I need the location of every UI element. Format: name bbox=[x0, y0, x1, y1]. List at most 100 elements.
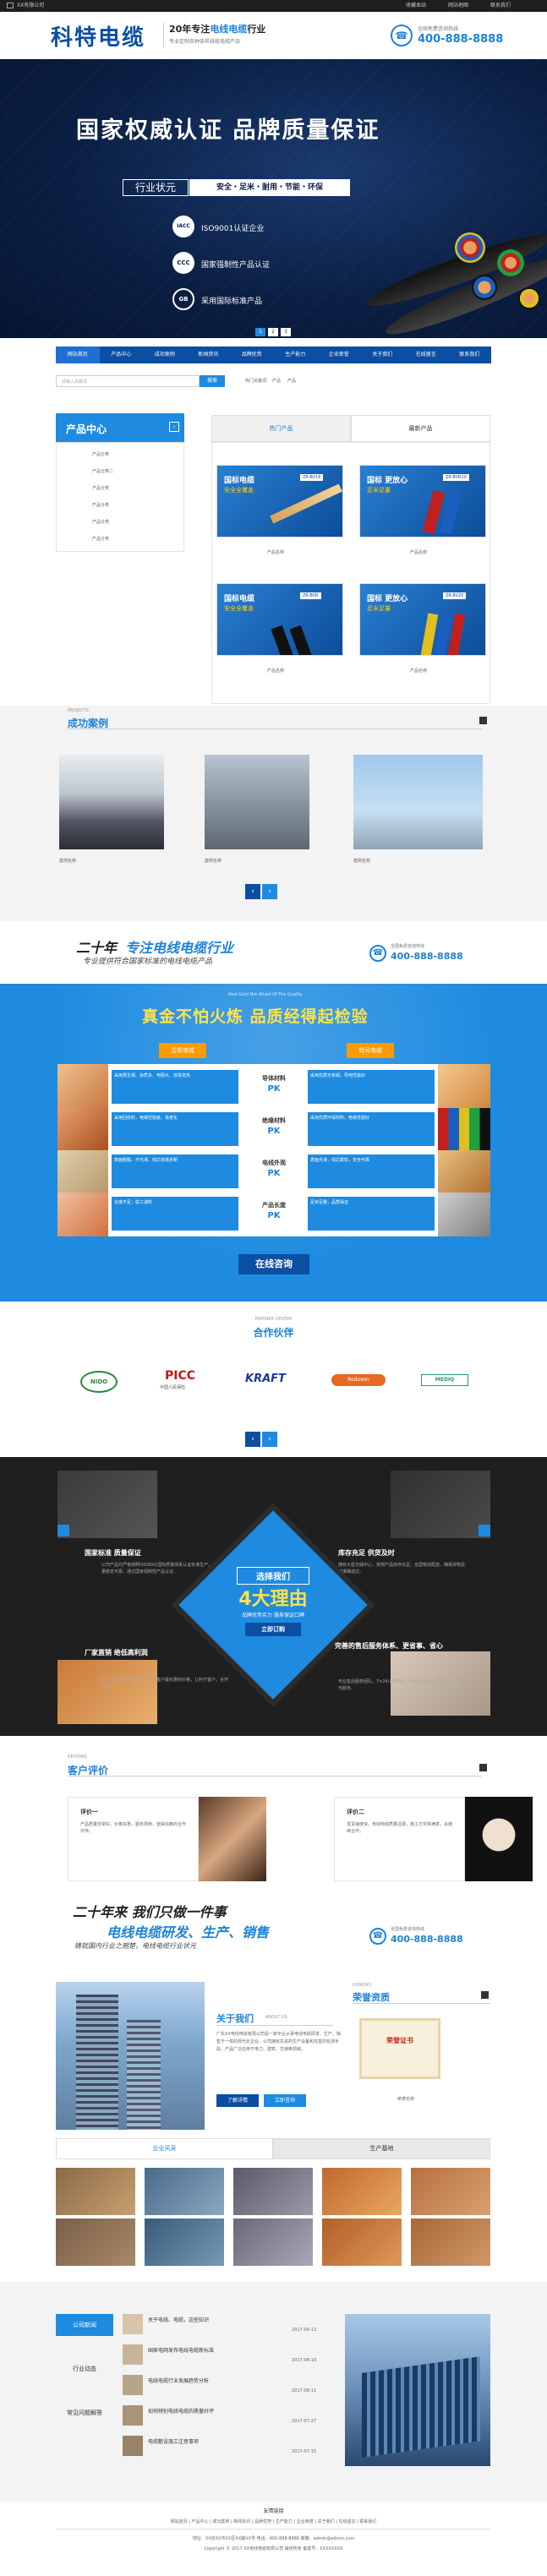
product-card-1[interactable]: 国标电缆 安全全覆盖 ZR-BV16 bbox=[216, 465, 343, 538]
topbar-link-favorite[interactable]: 收藏本站 bbox=[406, 0, 426, 12]
news-cat-industry[interactable]: 行业动态 bbox=[56, 2358, 113, 2380]
nav-cases[interactable]: 成功案例 bbox=[143, 347, 187, 363]
nav-production[interactable]: 生产能力 bbox=[274, 347, 318, 363]
about-detail-button[interactable]: 了解详情 bbox=[216, 2094, 259, 2107]
header-slogan: 20年专注电线电缆行业 bbox=[169, 22, 265, 35]
partners-prev-button[interactable]: ‹ bbox=[245, 1432, 260, 1447]
product-label-3[interactable]: 产品名称 bbox=[267, 668, 284, 674]
gallery-image-7[interactable] bbox=[145, 2219, 224, 2266]
order-now-button[interactable]: 立即订购 bbox=[245, 1623, 301, 1636]
news-date-2: 2017-08-19 bbox=[292, 2358, 317, 2363]
nav-about[interactable]: 关于我们 bbox=[361, 347, 405, 363]
gallery-image-5[interactable] bbox=[411, 2168, 490, 2215]
product-card-2[interactable]: 国标 更放心 足米足量 ZR-BVR10 bbox=[359, 465, 486, 538]
sidebar-item-2[interactable]: 产品分类二 bbox=[92, 468, 113, 474]
gallery-image-2[interactable] bbox=[145, 2168, 224, 2215]
reviews-more-icon[interactable] bbox=[479, 1764, 487, 1771]
news-title-1[interactable]: 关于电线、电缆，这些知识 bbox=[148, 2316, 209, 2323]
search-input[interactable]: 请输入关键词 bbox=[56, 375, 200, 387]
partner-logo-5[interactable]: MEDIQ bbox=[421, 1374, 468, 1386]
product-label-1[interactable]: 产品名称 bbox=[267, 549, 284, 555]
gallery-image-10[interactable] bbox=[411, 2219, 490, 2266]
honor-label[interactable]: 荣誉名称 bbox=[397, 2096, 414, 2102]
cases-prev-button[interactable]: ‹ bbox=[245, 884, 260, 899]
gallery-image-6[interactable] bbox=[56, 2219, 135, 2266]
main-nav: 网站首页 产品中心 成功案例 新闻资讯 品牌优势 生产能力 企业荣誉 关于我们 … bbox=[56, 347, 491, 363]
footer-links[interactable]: 网站首页 | 产品中心 | 成功案例 | 新闻资讯 | 品牌优势 | 生产能力 … bbox=[0, 2519, 547, 2524]
sidebar-item-1[interactable]: 产品分类 bbox=[92, 451, 109, 457]
nav-home[interactable]: 网站首页 bbox=[56, 347, 100, 363]
reviews-en-title: REVIEWS bbox=[68, 1755, 87, 1760]
case-image-1[interactable] bbox=[59, 755, 164, 849]
news-cat-faq[interactable]: 常见问题解答 bbox=[56, 2402, 113, 2424]
news-title-2[interactable]: 国家电网发布电线电缆新标准 bbox=[148, 2346, 214, 2354]
product-card-4[interactable]: 国标 更放心 足米足量 ZR-BV25 bbox=[359, 583, 486, 656]
product-sub-1: 安全全覆盖 bbox=[224, 487, 254, 494]
hero-dot-2[interactable]: 2 bbox=[268, 328, 278, 336]
partner-logo-2-sub: 中国人民保险 bbox=[160, 1385, 186, 1390]
partner-logo-1[interactable]: NIDO bbox=[80, 1371, 118, 1393]
hero-dot-3[interactable]: 3 bbox=[281, 328, 291, 336]
sidebar-item-5[interactable]: 产品分类 bbox=[92, 519, 109, 525]
tab-hot-products[interactable]: 热门产品 bbox=[211, 415, 351, 442]
topbar-link-sitemap[interactable]: 网站地图 bbox=[448, 0, 468, 12]
banner2-hotline[interactable]: 400-888-8888 bbox=[391, 1934, 463, 1945]
reason-title-4: 完善的售后服务体系、更省事、省心 bbox=[335, 1642, 443, 1650]
nav-honor[interactable]: 企业荣誉 bbox=[317, 347, 361, 363]
news-title-4[interactable]: 如何辨别电线电缆的质量好坏 bbox=[148, 2407, 214, 2415]
search-button[interactable]: 搜索 bbox=[200, 375, 225, 387]
hotline-number[interactable]: 400-888-8888 bbox=[418, 33, 503, 46]
hero-dot-1[interactable]: 1 bbox=[255, 328, 265, 336]
news-date-5: 2017-07-15 bbox=[292, 2449, 317, 2454]
case-image-2[interactable] bbox=[205, 755, 309, 849]
cases-more-icon[interactable] bbox=[479, 717, 487, 724]
news-title-5[interactable]: 电缆敷设施工注意事项 bbox=[148, 2437, 199, 2445]
product-card-3[interactable]: 国标电缆 安全全覆盖 ZR-BVR bbox=[216, 583, 343, 656]
nav-products[interactable]: 产品中心 bbox=[100, 347, 144, 363]
tab-production-base[interactable]: 生产基地 bbox=[273, 2138, 490, 2159]
tab-new-products[interactable]: 最新产品 bbox=[351, 415, 490, 442]
hot-keyword-2[interactable]: 产品 bbox=[287, 378, 296, 384]
cases-next-button[interactable]: › bbox=[262, 884, 277, 899]
case-label-1[interactable]: 案例名称 bbox=[59, 858, 76, 864]
review-card-1: 评价一 产品质量非常好，价格实惠，服务周到，值得信赖的合作伙伴。 bbox=[68, 1797, 199, 1881]
case-label-2[interactable]: 案例名称 bbox=[205, 858, 222, 864]
banner1-hotline[interactable]: 400-888-8888 bbox=[391, 951, 463, 962]
reason-title-2: 库存充足 供货及时 bbox=[338, 1549, 395, 1557]
partner-logo-4[interactable]: Redoxon bbox=[331, 1374, 386, 1386]
gallery-image-9[interactable] bbox=[322, 2219, 402, 2266]
iacc-icon: IACC bbox=[172, 216, 194, 237]
reason-image-2 bbox=[391, 1471, 490, 1538]
partner-logo-2[interactable]: PICC bbox=[165, 1369, 195, 1383]
consult-button[interactable]: 在线咨询 bbox=[238, 1254, 309, 1274]
partners-next-button[interactable]: › bbox=[262, 1432, 277, 1447]
pk-3: PK bbox=[267, 1169, 281, 1178]
news-title-3[interactable]: 电线电缆行业发展趋势分析 bbox=[148, 2377, 209, 2384]
nav-message[interactable]: 在线留言 bbox=[404, 347, 448, 363]
gallery-image-4[interactable] bbox=[322, 2168, 402, 2215]
news-cat-company[interactable]: 公司新闻 bbox=[56, 2314, 113, 2336]
sidebar-item-6[interactable]: 产品分类 bbox=[92, 536, 109, 542]
tab-company-style[interactable]: 企业风采 bbox=[56, 2138, 273, 2159]
site-logo[interactable]: 科特电缆 bbox=[51, 20, 145, 52]
gallery-image-3[interactable] bbox=[233, 2168, 313, 2215]
review-name-1: 评价一 bbox=[80, 1809, 98, 1815]
news-thumb-2 bbox=[123, 2344, 143, 2365]
topbar-link-contact[interactable]: 联系我们 bbox=[490, 0, 511, 12]
product-label-4[interactable]: 产品名称 bbox=[410, 668, 427, 674]
honor-more-icon[interactable] bbox=[481, 1991, 489, 1999]
gallery-image-1[interactable] bbox=[56, 2168, 135, 2215]
sidebar-item-4[interactable]: 产品分类 bbox=[92, 502, 109, 508]
about-consult-button[interactable]: 立即咨询 bbox=[264, 2094, 306, 2107]
sidebar-item-3[interactable]: 产品分类 bbox=[92, 485, 109, 491]
gallery-image-8[interactable] bbox=[233, 2219, 313, 2266]
case-image-3[interactable] bbox=[353, 755, 483, 849]
hot-keyword-1[interactable]: 产品 bbox=[272, 378, 281, 384]
nav-news[interactable]: 新闻资讯 bbox=[187, 347, 231, 363]
partner-logo-3[interactable]: KRAFT bbox=[245, 1373, 286, 1385]
nav-contact[interactable]: 联系我们 bbox=[448, 347, 492, 363]
nav-advantage[interactable]: 品牌优势 bbox=[230, 347, 274, 363]
case-label-3[interactable]: 案例名称 bbox=[353, 858, 370, 864]
product-label-2[interactable]: 产品名称 bbox=[410, 549, 427, 555]
pk-label-1: 导体材料 bbox=[262, 1075, 286, 1082]
